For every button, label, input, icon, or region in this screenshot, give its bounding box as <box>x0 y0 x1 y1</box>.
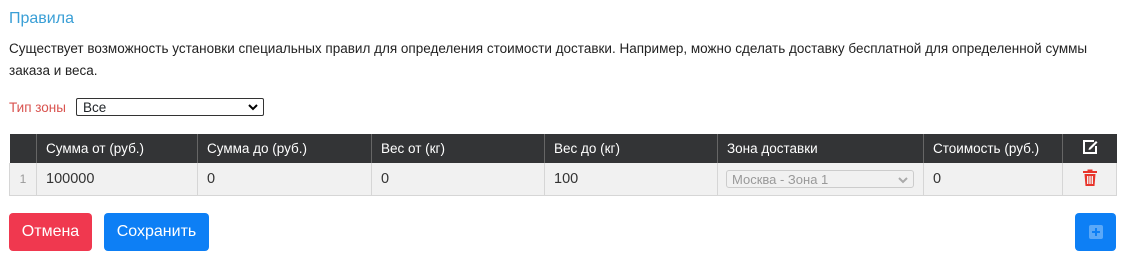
chevron-down-icon <box>248 104 258 111</box>
sum-to-input[interactable]: 0 <box>197 163 372 196</box>
zone-type-label: Тип зоны <box>9 99 66 115</box>
col-header-weight-to: Вес до (кг) <box>544 134 718 163</box>
col-header-sum-to: Сумма до (руб.) <box>197 134 372 163</box>
zone-type-select[interactable]: Все <box>75 98 264 116</box>
weight-from-input[interactable]: 0 <box>371 163 545 196</box>
delete-cell <box>1062 163 1117 196</box>
row-number: 1 <box>9 163 37 196</box>
zone-select[interactable]: Москва - Зона 1 <box>726 170 914 188</box>
col-header-sum-from: Сумма от (руб.) <box>36 134 198 163</box>
edit-icon[interactable] <box>1081 138 1099 156</box>
sum-from-input[interactable]: 100000 <box>36 163 198 196</box>
weight-to-input[interactable]: 100 <box>544 163 718 196</box>
table-header-row: Сумма от (руб.) Сумма до (руб.) Вес от (… <box>9 134 1117 163</box>
cancel-button[interactable]: Отмена <box>9 213 92 251</box>
col-header-zone: Зона доставки <box>717 134 924 163</box>
chevron-down-icon <box>898 177 908 184</box>
rules-title: Правила <box>9 10 74 27</box>
col-header-cost: Стоимость (руб.) <box>923 134 1063 163</box>
zone-type-filter: Тип зоны Все <box>9 96 264 118</box>
cost-input[interactable]: 0 <box>923 163 1063 196</box>
add-rule-button[interactable] <box>1075 213 1116 251</box>
zone-selected-value: Москва - Зона 1 <box>732 172 829 187</box>
col-header-number <box>9 134 37 163</box>
plus-square-icon <box>1088 224 1103 239</box>
trash-icon[interactable] <box>1082 169 1098 187</box>
zone-cell: Москва - Зона 1 <box>717 163 924 196</box>
table-row: 1 100000 0 0 100 Москва - Зона 1 0 <box>9 163 1117 196</box>
save-button[interactable]: Сохранить <box>104 213 209 251</box>
rules-table: Сумма от (руб.) Сумма до (руб.) Вес от (… <box>9 134 1117 196</box>
zone-type-selected-value: Все <box>82 100 107 115</box>
edit-header-cell <box>1062 134 1117 163</box>
rules-description: Существует возможность установки специал… <box>9 41 1088 78</box>
col-header-weight-from: Вес от (кг) <box>371 134 545 163</box>
